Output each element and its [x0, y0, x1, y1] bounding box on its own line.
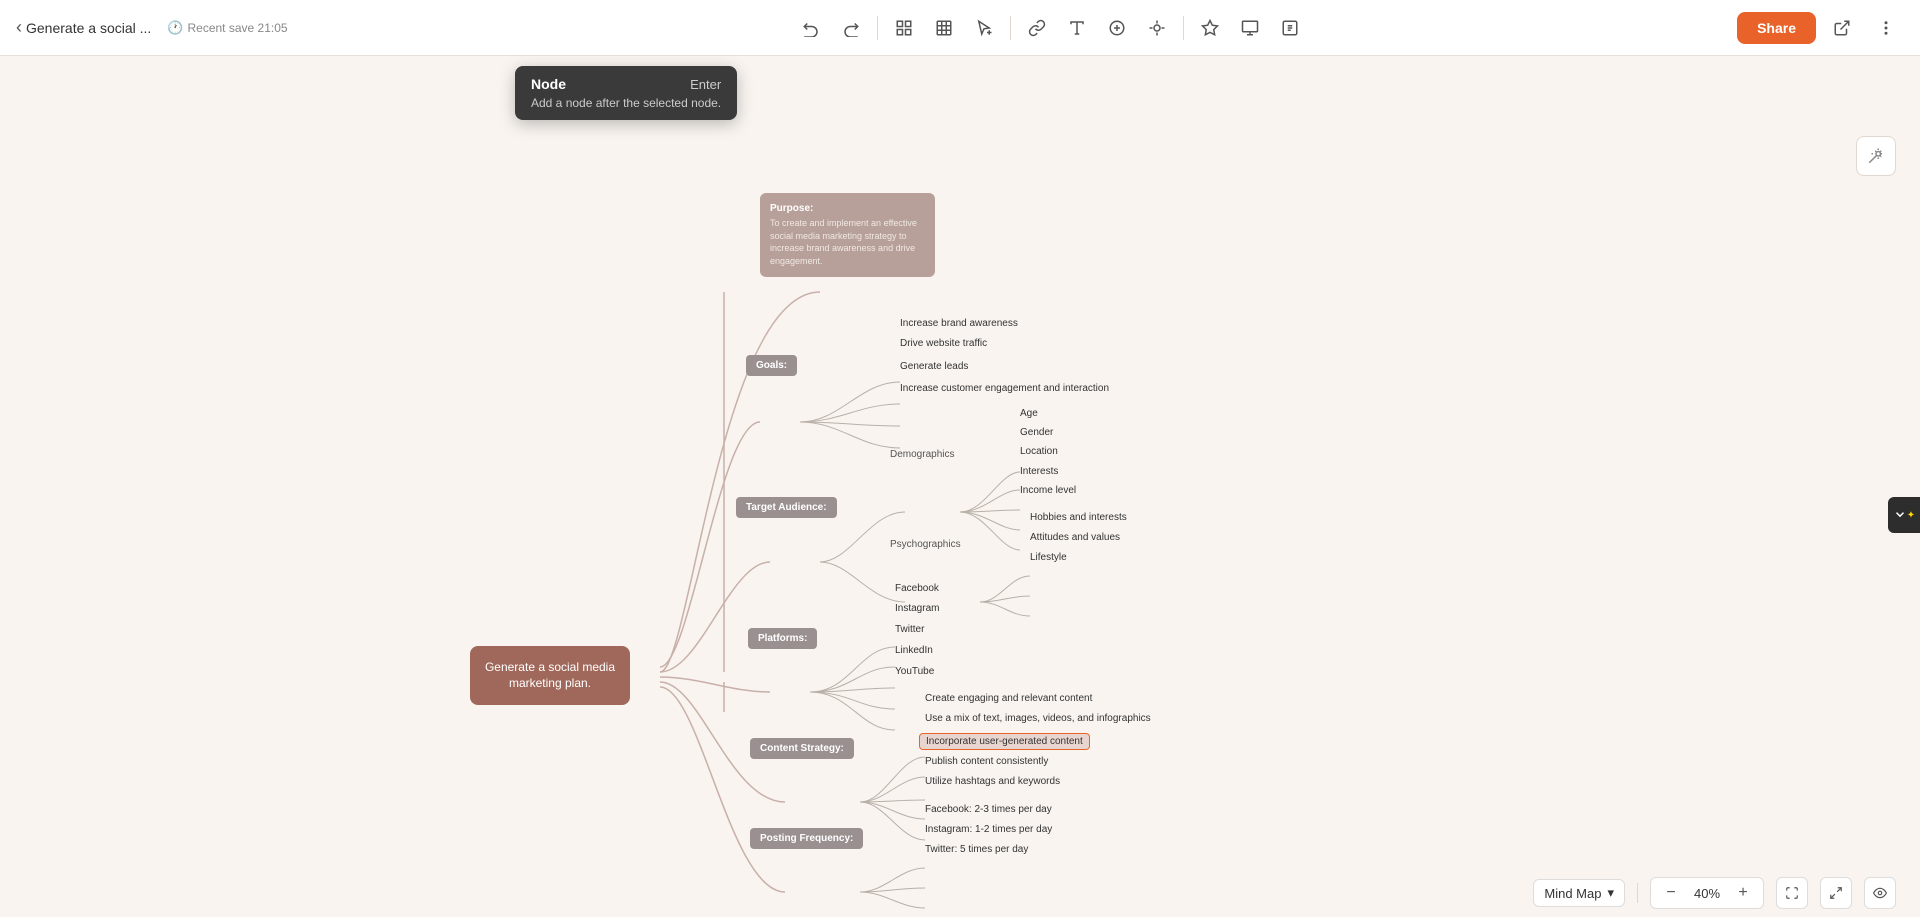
goals-item-3: Generate leads: [900, 361, 968, 372]
map-type-selector[interactable]: Mind Map ▾: [1533, 879, 1625, 907]
bottombar-divider: [1637, 883, 1638, 903]
root-node-label: Generate a social mediamarketing plan.: [485, 660, 615, 691]
external-link-button[interactable]: [1824, 10, 1860, 46]
magic-button[interactable]: [1192, 10, 1228, 46]
content-strategy-label: Content Strategy:: [760, 743, 844, 754]
platform-twitter: Twitter: [895, 624, 924, 635]
demo-gender: Gender: [1020, 427, 1053, 438]
platform-youtube: YouTube: [895, 666, 934, 677]
redo-button[interactable]: [833, 10, 869, 46]
connector-button[interactable]: [1019, 10, 1055, 46]
platforms-node[interactable]: Platforms:: [748, 628, 817, 649]
cs-item-3-selected[interactable]: Incorporate user-generated content: [920, 734, 1089, 749]
demo-income: Income level: [1020, 485, 1076, 496]
demo-interests: Interests: [1020, 466, 1058, 477]
zoom-out-button[interactable]: −: [1661, 883, 1681, 903]
target-audience-label: Target Audience:: [746, 502, 827, 513]
cs-item-4: Publish content consistently: [925, 756, 1048, 767]
pf-item-2: Instagram: 1-2 times per day: [925, 824, 1052, 835]
add-button[interactable]: [1099, 10, 1135, 46]
goals-item-4: Increase customer engagement and interac…: [900, 383, 1109, 394]
purpose-node[interactable]: Purpose: To create and implement an effe…: [760, 193, 935, 277]
psycho-attitudes: Attitudes and values: [1030, 532, 1120, 543]
select-all-button[interactable]: [886, 10, 922, 46]
psycho-lifestyle: Lifestyle: [1030, 552, 1067, 563]
right-panel-toggle[interactable]: ✦: [1888, 497, 1920, 533]
platform-facebook: Facebook: [895, 583, 939, 594]
toolbar-divider-2: [1010, 16, 1011, 40]
posting-frequency-label: Posting Frequency:: [760, 833, 853, 844]
tooltip-shortcut: Enter: [690, 77, 721, 92]
psychographics-node[interactable]: Psychographics: [890, 539, 961, 550]
demographics-node[interactable]: Demographics: [890, 449, 954, 460]
more-options-button[interactable]: [1868, 10, 1904, 46]
toolbar-divider-1: [877, 16, 878, 40]
back-button[interactable]: ‹ Generate a social ...: [16, 17, 151, 38]
cursor-plus-button[interactable]: [966, 10, 1002, 46]
undo-button[interactable]: [793, 10, 829, 46]
platforms-label: Platforms:: [758, 633, 807, 644]
platform-linkedin: LinkedIn: [895, 645, 933, 656]
clock-icon: 🕐: [167, 20, 183, 36]
platform-instagram: Instagram: [895, 603, 939, 614]
shapes-button[interactable]: [1139, 10, 1175, 46]
zoom-level: 40%: [1689, 886, 1725, 901]
goals-label: Goals:: [756, 360, 787, 371]
topbar-left: ‹ Generate a social ... 🕐 Recent save 21…: [16, 17, 396, 38]
psycho-hobbies: Hobbies and interests: [1030, 512, 1127, 523]
goals-item-1: Increase brand awareness: [900, 318, 1018, 329]
tooltip-description: Add a node after the selected node.: [531, 96, 721, 110]
pf-item-1: Facebook: 2-3 times per day: [925, 804, 1052, 815]
cs-item-1: Create engaging and relevant content: [925, 693, 1092, 704]
cs-item-2: Use a mix of text, images, videos, and i…: [925, 713, 1151, 724]
canvas[interactable]: Generate a social mediamarketing plan. P…: [0, 56, 1920, 917]
demo-age: Age: [1020, 408, 1038, 419]
mindmap-connectors: [0, 112, 1920, 917]
tooltip-header: Node Enter: [531, 76, 721, 92]
toolbar: [396, 10, 1704, 46]
zoom-controls: − 40% +: [1650, 877, 1764, 909]
topbar-right: Share: [1704, 10, 1904, 46]
canvas-magic-button[interactable]: [1856, 136, 1896, 176]
pf-item-3: Twitter: 5 times per day: [925, 844, 1028, 855]
fit-screen-button[interactable]: [1776, 877, 1808, 909]
zoom-in-button[interactable]: +: [1733, 883, 1753, 903]
purpose-text: To create and implement an effective soc…: [770, 217, 925, 267]
share-button[interactable]: Share: [1737, 12, 1816, 44]
save-indicator: 🕐 Recent save 21:05: [167, 20, 287, 36]
goals-node[interactable]: Goals:: [746, 355, 797, 376]
purpose-label: Purpose:: [770, 203, 925, 214]
map-type-label: Mind Map: [1544, 886, 1601, 901]
goals-item-2: Drive website traffic: [900, 338, 987, 349]
root-node[interactable]: Generate a social mediamarketing plan.: [470, 646, 630, 705]
back-arrow-icon: ‹: [16, 17, 22, 38]
fullscreen-button[interactable]: [1820, 877, 1852, 909]
preview-button[interactable]: [1864, 877, 1896, 909]
ai-button[interactable]: [1272, 10, 1308, 46]
demo-location: Location: [1020, 446, 1058, 457]
save-label: Recent save 21:05: [187, 21, 287, 35]
frame-button[interactable]: [926, 10, 962, 46]
content-strategy-node[interactable]: Content Strategy:: [750, 738, 854, 759]
text-button[interactable]: [1059, 10, 1095, 46]
posting-frequency-node[interactable]: Posting Frequency:: [750, 828, 863, 849]
doc-title: Generate a social ...: [26, 20, 151, 36]
map-type-chevron-icon: ▾: [1607, 885, 1614, 901]
target-audience-node[interactable]: Target Audience:: [736, 497, 837, 518]
bottombar: Mind Map ▾ − 40% +: [0, 869, 1920, 917]
tooltip-title: Node: [531, 76, 566, 92]
node-tooltip: Node Enter Add a node after the selected…: [515, 66, 737, 120]
toolbar-divider-3: [1183, 16, 1184, 40]
cs-item-5: Utilize hashtags and keywords: [925, 776, 1060, 787]
topbar: ‹ Generate a social ... 🕐 Recent save 21…: [0, 0, 1920, 56]
present-button[interactable]: [1232, 10, 1268, 46]
